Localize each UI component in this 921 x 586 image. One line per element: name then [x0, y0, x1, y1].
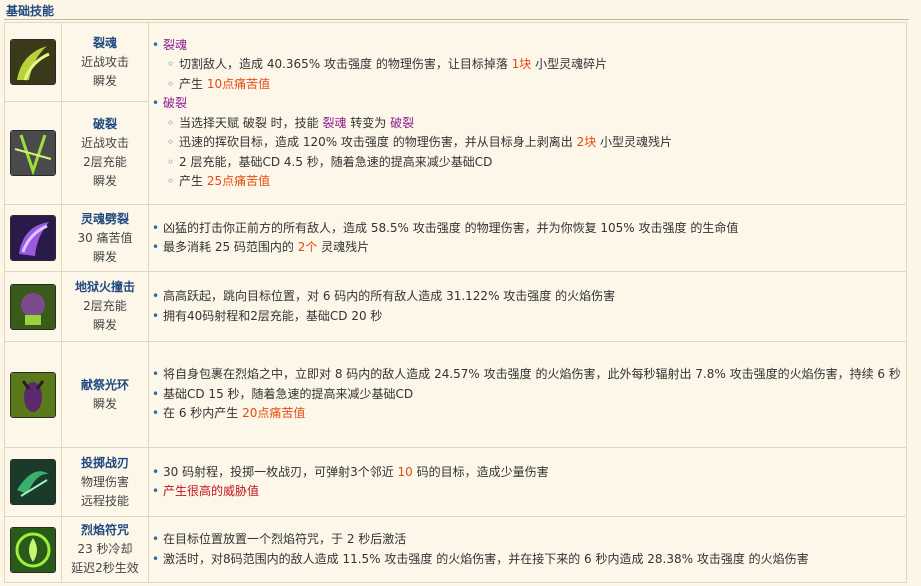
sigil-of-flame-icon: [10, 526, 56, 573]
skill-name: 投掷战刃: [80, 455, 129, 470]
list-item: 最多消耗 25 码范围内的 2个 灵魂残片: [152, 238, 906, 258]
skill-attr: 瞬发: [92, 249, 117, 264]
skill-attr: 远程技能: [80, 493, 129, 508]
skill-description: 将自身包裹在烈焰之中，立即对 8 码内的敌人造成 24.57% 攻击强度 的火焰…: [148, 341, 907, 448]
skill-attr: 瞬发: [92, 396, 117, 411]
skill-description: 凶猛的打击你正前方的所有敌人，造成 58.5% 攻击强度 的物理伤害，并为你恢复…: [148, 204, 907, 272]
list-item: 破裂 当选择天赋 破裂 时，技能 裂魂 转变为 破裂 迅速的挥砍目标，造成 12…: [152, 94, 906, 192]
table-row: 投掷战刃 物理伤害 远程技能 30 码射程，投掷一枚战刃，可弹射3个邻近 10 …: [4, 447, 907, 517]
skill-name: 地狱火撞击: [74, 280, 135, 294]
skill-attr: 物理伤害: [80, 474, 129, 489]
skill-attr: 延迟2秒生效: [71, 561, 139, 575]
list-item: 拥有40码射程和2层充能，基础CD 20 秒: [152, 307, 906, 327]
list-item: 2 层充能，基础CD 4.5 秒，随着急速的提高来减少基础CD: [167, 153, 906, 173]
skill-attr: 30 痛苦值: [77, 230, 133, 245]
list-item: 激活时，对8码范围内的敌人造成 11.5% 攻击强度 的火焰伤害，并在接下来的 …: [152, 550, 906, 570]
skill-name: 献祭光环: [80, 377, 129, 392]
list-item: 裂魂 切割敌人，造成 40.365% 攻击强度 的物理伤害，让目标掉落 1块 小…: [152, 36, 906, 95]
section-title: 基础技能: [6, 4, 55, 18]
list-item: 产生 10点痛苦值: [167, 75, 906, 95]
throw-glaive-icon: [10, 459, 56, 505]
list-item: 将自身包裹在烈焰之中，立即对 8 码内的敌人造成 24.57% 攻击强度 的火焰…: [152, 365, 906, 385]
skill-description: 30 码射程，投掷一枚战刃，可弹射3个邻近 10 码的目标，造成少量伤害 产生很…: [148, 447, 907, 517]
list-item: 凶猛的打击你正前方的所有敌人，造成 58.5% 攻击强度 的物理伤害，并为你恢复…: [152, 219, 906, 239]
list-item: 基础CD 15 秒，随着急速的提高来减少基础CD: [152, 385, 906, 405]
skill-description: 在目标位置放置一个烈焰符咒，于 2 秒后激活 激活时，对8码范围内的敌人造成 1…: [148, 516, 907, 583]
skill-attr: 2层充能: [83, 155, 127, 169]
soul-rend-icon: [10, 215, 56, 261]
immolation-aura-icon: [10, 371, 56, 418]
list-item: 在目标位置放置一个烈焰符咒，于 2 秒后激活: [152, 530, 906, 550]
list-item: 产生 25点痛苦值: [167, 172, 906, 192]
list-item: 当选择天赋 破裂 时，技能 裂魂 转变为 破裂: [167, 114, 906, 134]
table-row: 地狱火撞击 2层充能 瞬发 高高跃起，跳向目标位置，对 6 码内的所有敌人造成 …: [4, 271, 907, 342]
fracture-icon: [10, 130, 56, 176]
soul-cleave-icon: [10, 39, 56, 85]
skill-name: 烈焰符咒: [80, 523, 129, 537]
skill-attr: 瞬发: [92, 174, 117, 188]
skill-description: 裂魂 切割敌人，造成 40.365% 攻击强度 的物理伤害，让目标掉落 1块 小…: [148, 22, 907, 205]
list-item: 迅速的挥砍目标，造成 120% 攻击强度 的物理伤害，并从目标身上剥离出 2块 …: [167, 133, 906, 153]
list-item: 产生很高的威胁值: [152, 482, 906, 502]
skill-description: 高高跃起，跳向目标位置，对 6 码内的所有敌人造成 31.122% 攻击强度 的…: [148, 271, 907, 342]
infernal-strike-icon: [10, 283, 56, 330]
skills-table: 裂魂 近战攻击 瞬发 裂魂 切割敌人，造成 40.365% 攻击强度 的物理伤害…: [4, 22, 907, 583]
list-item: 高高跃起，跳向目标位置，对 6 码内的所有敌人造成 31.122% 攻击强度 的…: [152, 287, 906, 307]
skill-attr: 近战攻击: [80, 54, 129, 69]
table-row: 烈焰符咒 23 秒冷却 延迟2秒生效 在目标位置放置一个烈焰符咒，于 2 秒后激…: [4, 516, 907, 583]
skill-attr: 近战攻击: [80, 136, 129, 150]
skill-name: 破裂: [92, 117, 117, 131]
skill-name: 灵魂劈裂: [80, 211, 129, 226]
skill-attr: 2层充能: [83, 299, 127, 313]
table-row: 裂魂 近战攻击 瞬发 裂魂 切割敌人，造成 40.365% 攻击强度 的物理伤害…: [4, 22, 907, 205]
list-item: 在 6 秒内产生 20点痛苦值: [152, 404, 906, 424]
table-row: 灵魂劈裂 30 痛苦值 瞬发 凶猛的打击你正前方的所有敌人，造成 58.5% 攻…: [4, 204, 907, 272]
skill-attr: 瞬发: [92, 73, 117, 88]
skill-attr: 瞬发: [92, 318, 117, 332]
list-item: 切割敌人，造成 40.365% 攻击强度 的物理伤害，让目标掉落 1块 小型灵魂…: [167, 55, 906, 75]
list-item: 30 码射程，投掷一枚战刃，可弹射3个邻近 10 码的目标，造成少量伤害: [152, 463, 906, 483]
skill-attr: 23 秒冷却: [77, 542, 133, 556]
section-divider: [4, 19, 909, 20]
skill-name: 裂魂: [92, 35, 117, 50]
table-row: 献祭光环 瞬发 将自身包裹在烈焰之中，立即对 8 码内的敌人造成 24.57% …: [4, 341, 907, 448]
